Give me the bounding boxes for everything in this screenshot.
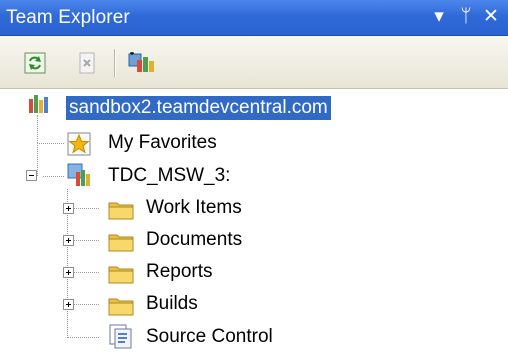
tree-connector bbox=[74, 304, 99, 305]
expand-toggle-icon[interactable] bbox=[63, 235, 74, 246]
tree-node-label: TDC_MSW_3: bbox=[108, 165, 231, 186]
tree-connector bbox=[74, 208, 99, 209]
team-explorer-tree: sandbox2.teamdevcentral.com My Favorites… bbox=[0, 89, 508, 364]
title-bar: Team Explorer ▾ ᛘ ✕ bbox=[0, 0, 508, 36]
auto-hide-pin-icon[interactable]: ᛘ bbox=[455, 5, 477, 29]
tree-connector bbox=[37, 143, 38, 176]
tree-connector bbox=[74, 240, 99, 241]
tree-node-label: Work Items bbox=[146, 197, 242, 218]
close-icon[interactable]: ✕ bbox=[480, 5, 502, 29]
collapse-toggle-icon[interactable] bbox=[26, 170, 37, 181]
tree-connector bbox=[67, 337, 99, 338]
favorites-star-icon bbox=[67, 132, 91, 156]
folder-icon bbox=[108, 266, 134, 284]
team-foundation-server-icon bbox=[29, 95, 48, 113]
tree-node-label: Source Control bbox=[146, 326, 273, 347]
tree-node-label: Builds bbox=[146, 293, 198, 314]
add-team-project-icon[interactable] bbox=[128, 52, 156, 74]
folder-icon bbox=[108, 298, 134, 316]
toolbar-separator bbox=[114, 49, 115, 77]
window-title: Team Explorer bbox=[6, 7, 130, 28]
expand-toggle-icon[interactable] bbox=[63, 299, 74, 310]
tree-node-label: Reports bbox=[146, 261, 213, 282]
tree-connector bbox=[43, 176, 64, 177]
tree-connector bbox=[37, 143, 64, 144]
refresh-icon[interactable] bbox=[24, 52, 46, 74]
delete-icon[interactable] bbox=[76, 52, 98, 74]
server-name[interactable]: sandbox2.teamdevcentral.com bbox=[66, 96, 331, 120]
window-position-dropdown-icon[interactable]: ▾ bbox=[428, 5, 450, 29]
source-control-icon bbox=[109, 324, 132, 349]
toolbar bbox=[0, 36, 508, 89]
tree-node-label: My Favorites bbox=[108, 132, 217, 153]
tree-connector bbox=[74, 272, 99, 273]
tree-connector bbox=[37, 115, 38, 143]
expand-toggle-icon[interactable] bbox=[63, 203, 74, 214]
folder-icon bbox=[108, 202, 134, 220]
expand-toggle-icon[interactable] bbox=[63, 267, 74, 278]
tree-node-label: Documents bbox=[146, 229, 243, 250]
folder-icon bbox=[108, 234, 134, 252]
team-project-icon bbox=[67, 163, 90, 186]
